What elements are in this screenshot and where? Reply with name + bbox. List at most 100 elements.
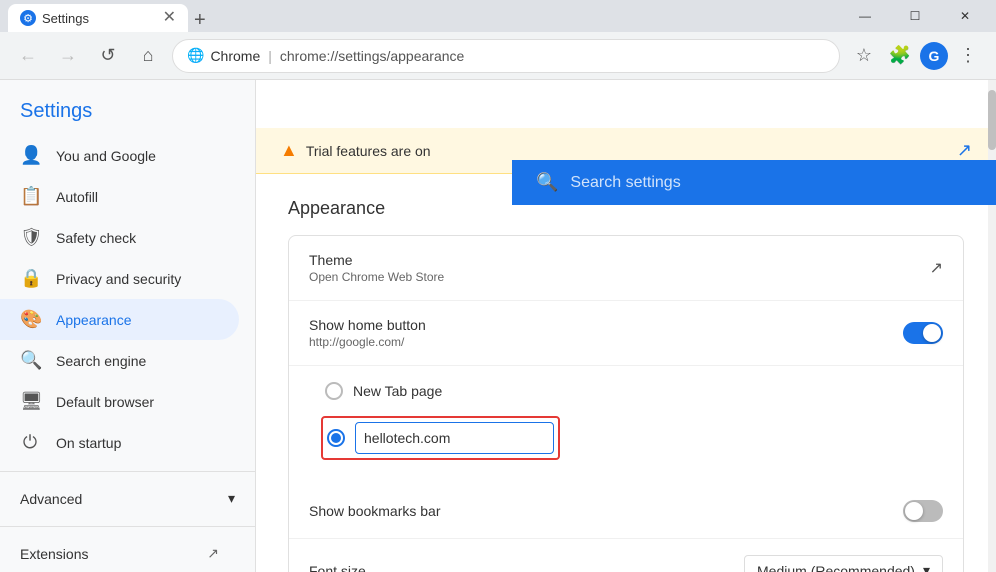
sidebar-divider [0, 471, 255, 472]
content-area: 🔍 ▲ Trial features are on ↗ Appearance T… [256, 80, 996, 572]
search-icon-white: 🔍 [536, 172, 558, 193]
sidebar-item-label: You and Google [56, 148, 156, 164]
sidebar-item-label: Search engine [56, 353, 146, 369]
sidebar-item-appearance[interactable]: 🎨 Appearance [0, 299, 239, 340]
appearance-icon: 🎨 [20, 309, 40, 330]
theme-row: Theme Open Chrome Web Store ↗ [289, 236, 963, 301]
chevron-down-icon: ▾ [923, 562, 930, 572]
home-url-input[interactable] [355, 422, 554, 454]
new-tab-radio[interactable] [325, 382, 343, 400]
new-tab-radio-item: New Tab page [325, 374, 943, 408]
forward-icon: → [59, 45, 77, 66]
home-button-row: Show home button http://google.com/ [289, 301, 963, 366]
lock-icon: 🔒 [20, 268, 40, 289]
tab-area: ⚙ Settings ✕ + [8, 0, 838, 32]
scrollbar-thumb[interactable] [988, 90, 996, 150]
url-brand: Chrome [210, 48, 260, 64]
search-icon: 🔍 [20, 350, 40, 371]
new-tab-button[interactable]: + [188, 9, 212, 32]
sidebar-item-label: Appearance [56, 312, 132, 328]
main-layout: Settings 👤 You and Google 📋 Autofill 🛡 S… [0, 80, 996, 572]
trial-ext-link-icon[interactable]: ↗ [957, 140, 972, 161]
maximize-button[interactable]: ☐ [892, 0, 938, 32]
sidebar: Settings 👤 You and Google 📋 Autofill 🛡 S… [0, 80, 256, 572]
sidebar-item-safety-check[interactable]: 🛡 Safety check [0, 217, 239, 258]
search-overlay: 🔍 [512, 160, 996, 205]
trial-icon: ▲ [280, 140, 298, 161]
url-separator: | [268, 48, 272, 64]
bookmark-button[interactable]: ☆ [848, 40, 880, 72]
font-size-label: Font size [309, 563, 366, 572]
sidebar-item-label: Autofill [56, 189, 98, 205]
sidebar-item-privacy-security[interactable]: 🔒 Privacy and security [0, 258, 239, 299]
settings-tab[interactable]: ⚙ Settings ✕ [8, 4, 188, 32]
extensions-label: Extensions [20, 546, 88, 562]
star-icon: ☆ [856, 45, 872, 66]
search-input[interactable] [570, 174, 972, 192]
browser-icon: 🖥 [20, 391, 40, 412]
minimize-button[interactable]: — [842, 0, 888, 32]
home-button[interactable]: ⌂ [132, 40, 164, 72]
tab-close-btn[interactable]: ✕ [163, 10, 176, 26]
settings-title: Settings [0, 80, 255, 135]
sidebar-item-label: Default browser [56, 394, 154, 410]
bookmarks-bar-toggle[interactable] [903, 500, 943, 522]
font-size-row: Font size Medium (Recommended) ▾ [289, 539, 963, 572]
scrollbar-track[interactable] [988, 80, 996, 572]
selected-url-row [321, 416, 560, 460]
avatar[interactable]: G [920, 42, 948, 70]
theme-label: Theme [309, 252, 444, 268]
sidebar-item-extensions[interactable]: Extensions ↗ [0, 535, 239, 572]
extensions-button[interactable]: 🧩 [884, 40, 916, 72]
url-text: chrome://settings/appearance [280, 48, 464, 64]
window-controls: — ☐ ✕ [842, 0, 988, 32]
address-bar: ← → ↺ ⌂ 🌐 Chrome | chrome://settings/app… [0, 32, 996, 80]
custom-url-radio-item [325, 408, 943, 468]
custom-url-radio[interactable] [327, 429, 345, 447]
tab-favicon: ⚙ [20, 10, 36, 26]
toggle-thumb [923, 324, 941, 342]
bookmarks-bar-label: Show bookmarks bar [309, 503, 441, 519]
toolbar-actions: ☆ 🧩 G ⋮ [848, 40, 984, 72]
home-button-toggle[interactable] [903, 322, 943, 344]
sidebar-item-default-browser[interactable]: 🖥 Default browser [0, 381, 239, 422]
sidebar-item-search-engine[interactable]: 🔍 Search engine [0, 340, 239, 381]
theme-row-info: Theme Open Chrome Web Store [309, 252, 444, 284]
trial-text: Trial features are on [306, 143, 431, 159]
toggle-thumb-bookmarks [905, 502, 923, 520]
close-window-button[interactable]: ✕ [942, 0, 988, 32]
forward-button[interactable]: → [52, 40, 84, 72]
url-bar[interactable]: 🌐 Chrome | chrome://settings/appearance [172, 39, 840, 73]
sidebar-item-you-and-google[interactable]: 👤 You and Google [0, 135, 239, 176]
refresh-icon: ↺ [100, 45, 115, 66]
chevron-down-icon: ▾ [228, 490, 235, 507]
sidebar-advanced-section[interactable]: Advanced ▾ [0, 480, 255, 517]
content-body: Appearance Theme Open Chrome Web Store ↗… [256, 174, 996, 572]
appearance-card: Theme Open Chrome Web Store ↗ Show home … [288, 235, 964, 572]
person-icon: 👤 [20, 145, 40, 166]
shield-icon: 🛡 [20, 227, 40, 248]
puzzle-icon: 🧩 [889, 45, 911, 66]
sidebar-item-on-startup[interactable]: ⏻ On startup [0, 422, 239, 463]
font-size-select[interactable]: Medium (Recommended) ▾ [744, 555, 943, 572]
sidebar-item-autofill[interactable]: 📋 Autofill [0, 176, 239, 217]
theme-ext-link-icon[interactable]: ↗ [930, 258, 943, 278]
sidebar-bottom-divider [0, 526, 255, 527]
home-button-info: Show home button http://google.com/ [309, 317, 426, 349]
home-button-radio-group: New Tab page [289, 366, 963, 484]
home-icon: ⌂ [143, 45, 154, 66]
home-button-label: Show home button [309, 317, 426, 333]
refresh-button[interactable]: ↺ [92, 40, 124, 72]
tab-title: Settings [42, 11, 157, 26]
external-link-icon: ↗ [207, 545, 219, 562]
sidebar-item-label: On startup [56, 435, 121, 451]
menu-button[interactable]: ⋮ [952, 40, 984, 72]
home-button-section: Show home button http://google.com/ New … [289, 301, 963, 484]
startup-icon: ⏻ [20, 432, 40, 453]
menu-icon: ⋮ [959, 45, 977, 66]
sidebar-item-label: Safety check [56, 230, 136, 246]
site-info-icon: 🌐 [187, 47, 204, 64]
new-tab-label: New Tab page [353, 383, 442, 399]
autofill-icon: 📋 [20, 186, 40, 207]
back-button[interactable]: ← [12, 40, 44, 72]
